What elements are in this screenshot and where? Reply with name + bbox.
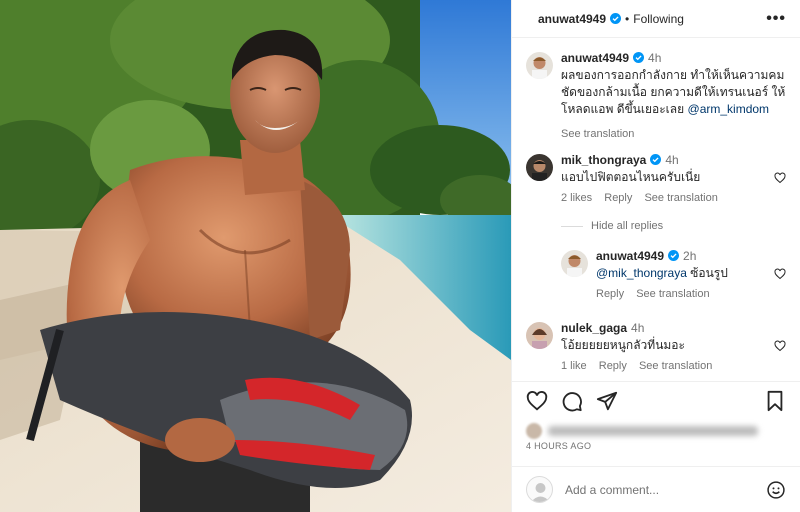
comment-meta: 2 likes Reply See translation bbox=[561, 192, 727, 204]
reply-link[interactable]: Reply bbox=[599, 360, 627, 372]
verified-badge-icon bbox=[668, 250, 680, 261]
see-translation-link[interactable]: See translation bbox=[639, 360, 712, 372]
see-translation-link[interactable]: See translation bbox=[644, 192, 717, 204]
likes-count-link[interactable]: 1 like bbox=[561, 360, 587, 372]
comment-text: แอบไปฟิตตอนไหนครับเนี่ย bbox=[561, 170, 701, 184]
caption-mention-link[interactable]: @arm_kimdom bbox=[688, 102, 770, 116]
heart-icon[interactable] bbox=[774, 268, 786, 280]
likes-count-link[interactable]: 2 likes bbox=[561, 192, 592, 204]
caption-text: ผลของการออกกำลังกาย ทำให้เห็นความคมชัดขอ… bbox=[561, 67, 786, 118]
comment-meta: 1 like Reply See translation bbox=[561, 360, 721, 372]
liked-by-avatar bbox=[526, 423, 542, 439]
current-user-avatar bbox=[526, 476, 553, 503]
reply-time[interactable]: 2h bbox=[683, 249, 696, 263]
heart-icon[interactable] bbox=[774, 340, 786, 352]
reply-link[interactable]: Reply bbox=[604, 192, 632, 204]
comment-text: โอ้ยยยยยหนูกลัวที่นมอะ bbox=[561, 338, 685, 352]
bookmark-icon[interactable] bbox=[764, 390, 786, 412]
comment-author[interactable]: mik_thongraya bbox=[561, 153, 646, 167]
see-translation-link[interactable]: See translation bbox=[636, 288, 709, 300]
comment-author[interactable]: nulek_gaga bbox=[561, 321, 627, 335]
reply-body: anuwat4949 2h @mik_thongraya ซ้อนรูป bbox=[596, 248, 768, 282]
avatar-image bbox=[561, 250, 588, 277]
comment-time[interactable]: 4h bbox=[631, 321, 644, 335]
reply-item: anuwat4949 2h @mik_thongraya ซ้อนรูป Repl… bbox=[561, 248, 786, 308]
post-time-ago[interactable]: 4 HOURS AGO bbox=[526, 441, 591, 451]
share-icon[interactable] bbox=[596, 390, 618, 412]
comment-body: nulek_gaga 4h โอ้ยยยยยหนูกลัวที่นมอะ bbox=[561, 320, 768, 354]
avatar[interactable] bbox=[561, 250, 588, 277]
comments-list[interactable]: anuwat4949 4h ผลของการออกกำลังกาย ทำให้เห… bbox=[512, 40, 800, 380]
verified-badge-icon bbox=[610, 13, 622, 24]
beach-photo-image bbox=[0, 0, 511, 512]
hide-replies-label: Hide all replies bbox=[591, 220, 664, 232]
reply-link[interactable]: Reply bbox=[596, 288, 624, 300]
caption-time[interactable]: 4h bbox=[648, 51, 661, 65]
post-header: anuwat4949 • Following ••• bbox=[512, 0, 800, 38]
liked-by-text-blurred bbox=[548, 426, 758, 436]
avatar-image bbox=[526, 322, 553, 349]
caption-author[interactable]: anuwat4949 bbox=[561, 51, 629, 65]
caption: anuwat4949 4h ผลของการออกกำลังกาย ทำให้เห… bbox=[526, 50, 786, 140]
caption-meta: See translation bbox=[561, 128, 643, 140]
liked-by-blurred[interactable] bbox=[526, 421, 758, 441]
avatar[interactable] bbox=[526, 154, 553, 181]
verified-badge-icon bbox=[650, 154, 662, 165]
comment-item: nulek_gaga 4h โอ้ยยยยยหนูกลัวที่นมอะ 1 li… bbox=[526, 320, 786, 380]
reply-meta: Reply See translation bbox=[596, 288, 719, 300]
action-bar bbox=[526, 390, 786, 416]
post-details-panel: anuwat4949 • Following ••• anuwat4949 4h … bbox=[511, 0, 800, 512]
actions-divider bbox=[512, 381, 800, 382]
heart-icon[interactable] bbox=[774, 172, 786, 184]
hide-replies-button[interactable]: Hide all replies bbox=[561, 220, 663, 232]
add-comment-bar bbox=[512, 466, 800, 512]
add-comment-input[interactable] bbox=[565, 482, 766, 497]
reply-mention-link[interactable]: @mik_thongraya bbox=[596, 266, 687, 280]
hide-replies-line bbox=[561, 225, 583, 227]
comment-item: mik_thongraya 4h แอบไปฟิตตอนไหนครับเนี่ย … bbox=[526, 152, 786, 212]
following-button[interactable]: Following bbox=[633, 12, 684, 26]
separator-dot: • bbox=[625, 11, 630, 26]
reply-text-body: ซ้อนรูป bbox=[686, 266, 728, 280]
avatar[interactable] bbox=[526, 322, 553, 349]
verified-badge-icon bbox=[633, 52, 645, 63]
reply-author[interactable]: anuwat4949 bbox=[596, 249, 664, 263]
emoji-icon[interactable] bbox=[766, 480, 786, 500]
default-avatar-icon bbox=[531, 483, 550, 502]
comment-time[interactable]: 4h bbox=[665, 153, 678, 167]
avatar-image bbox=[526, 154, 553, 181]
reply-text: @mik_thongraya ซ้อนรูป bbox=[596, 265, 768, 282]
post-author-username[interactable]: anuwat4949 bbox=[538, 12, 606, 26]
like-heart-icon[interactable] bbox=[526, 390, 548, 412]
more-icon[interactable]: ••• bbox=[766, 10, 786, 28]
avatar[interactable] bbox=[526, 52, 553, 79]
see-translation-link[interactable]: See translation bbox=[561, 128, 634, 140]
avatar-image bbox=[526, 52, 553, 79]
post-photo[interactable] bbox=[0, 0, 511, 512]
caption-body: anuwat4949 4h ผลของการออกกำลังกาย ทำให้เห… bbox=[561, 50, 786, 118]
comment-icon[interactable] bbox=[561, 390, 583, 412]
comment-body: mik_thongraya 4h แอบไปฟิตตอนไหนครับเนี่ย bbox=[561, 152, 768, 186]
